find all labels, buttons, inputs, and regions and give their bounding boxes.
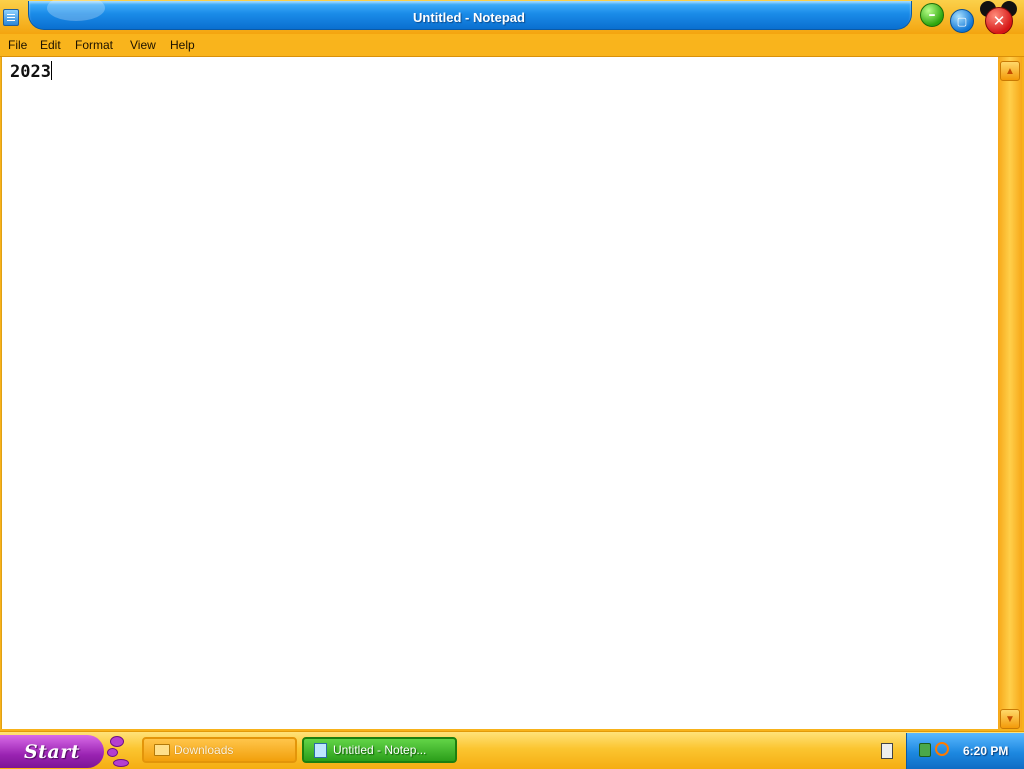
- text-editor[interactable]: 2023: [1, 57, 998, 729]
- text-caret: [50, 61, 52, 80]
- system-tray: 6:20 PM: [906, 733, 1024, 769]
- scroll-down-arrow-icon: ▼: [1005, 713, 1015, 725]
- taskbar-item-label: Untitled - Notep...: [333, 743, 427, 757]
- title-bar[interactable]: Untitled - Notepad – ▢ ✕: [0, 0, 1024, 36]
- vertical-scrollbar[interactable]: ▲ ▼: [998, 57, 1022, 729]
- menu-help[interactable]: Help: [170, 38, 195, 52]
- taskbar: Start Downloads Untitled - Notep... 6:20…: [0, 731, 1024, 769]
- maximize-icon: ▢: [956, 14, 968, 28]
- menu-edit[interactable]: Edit: [40, 38, 61, 52]
- scroll-up-arrow-icon: ▲: [1005, 65, 1015, 77]
- printer-icon[interactable]: [881, 743, 893, 759]
- maximize-button[interactable]: ▢: [950, 9, 974, 33]
- start-label: Start: [23, 740, 81, 763]
- taskbar-item-notepad[interactable]: Untitled - Notep...: [302, 737, 457, 763]
- window-title: Untitled - Notepad: [413, 10, 525, 25]
- menu-file[interactable]: File: [8, 38, 27, 52]
- menu-format[interactable]: Format: [75, 38, 113, 52]
- minimize-icon: –: [928, 7, 936, 23]
- start-button[interactable]: Start: [0, 735, 104, 768]
- close-button[interactable]: ✕: [985, 7, 1013, 35]
- clock[interactable]: 6:20 PM: [963, 744, 1008, 758]
- network-icon[interactable]: [919, 743, 931, 757]
- minimize-button[interactable]: –: [920, 3, 944, 27]
- editor-content-line[interactable]: 2023: [10, 61, 52, 82]
- folder-icon: [154, 744, 170, 756]
- search-icon[interactable]: [935, 742, 949, 756]
- notepad-icon: [314, 742, 327, 758]
- taskbar-item-label: Downloads: [174, 743, 234, 757]
- close-icon: ✕: [992, 12, 1006, 30]
- notepad-icon[interactable]: [3, 9, 19, 26]
- menu-view[interactable]: View: [130, 38, 156, 52]
- scroll-up-button[interactable]: ▲: [1000, 61, 1020, 81]
- taskbar-item-downloads[interactable]: Downloads: [142, 737, 297, 763]
- scroll-down-button[interactable]: ▼: [1000, 709, 1020, 729]
- menu-bar: File Edit Format View Help: [0, 34, 1024, 57]
- editor-text: 2023: [10, 62, 51, 82]
